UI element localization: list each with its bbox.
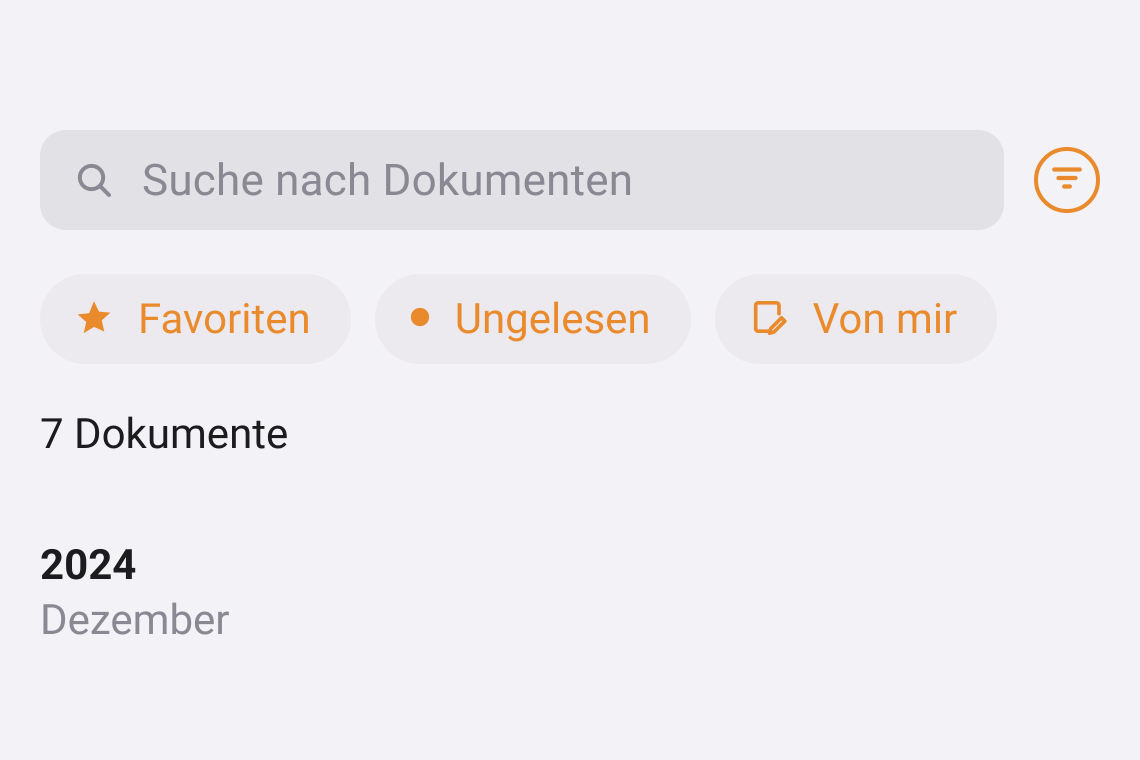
filter-chips-row: Favoriten Ungelesen Von mir (40, 274, 1100, 364)
chip-mine-label: Von mir (813, 295, 958, 344)
group-year-label: 2024 (40, 541, 1100, 590)
filter-icon (1050, 161, 1084, 199)
search-row: Suche nach Dokumenten (40, 130, 1100, 230)
chip-favorites[interactable]: Favoriten (40, 274, 351, 364)
search-placeholder: Suche nach Dokumenten (142, 154, 633, 206)
content-area: Suche nach Dokumenten Favoriten (0, 0, 1140, 645)
chip-unread[interactable]: Ungelesen (375, 274, 691, 364)
edit-document-icon (749, 297, 789, 341)
filter-button[interactable] (1034, 147, 1100, 213)
chip-favorites-label: Favoriten (138, 295, 311, 344)
chip-mine[interactable]: Von mir (715, 274, 998, 364)
search-icon (74, 160, 114, 200)
document-count-label: 7 Dokumente (40, 410, 1100, 459)
star-icon (74, 297, 114, 341)
search-input[interactable]: Suche nach Dokumenten (40, 130, 1004, 230)
dot-icon (409, 306, 431, 332)
group-month-label: Dezember (40, 596, 1100, 645)
chip-unread-label: Ungelesen (455, 295, 651, 344)
